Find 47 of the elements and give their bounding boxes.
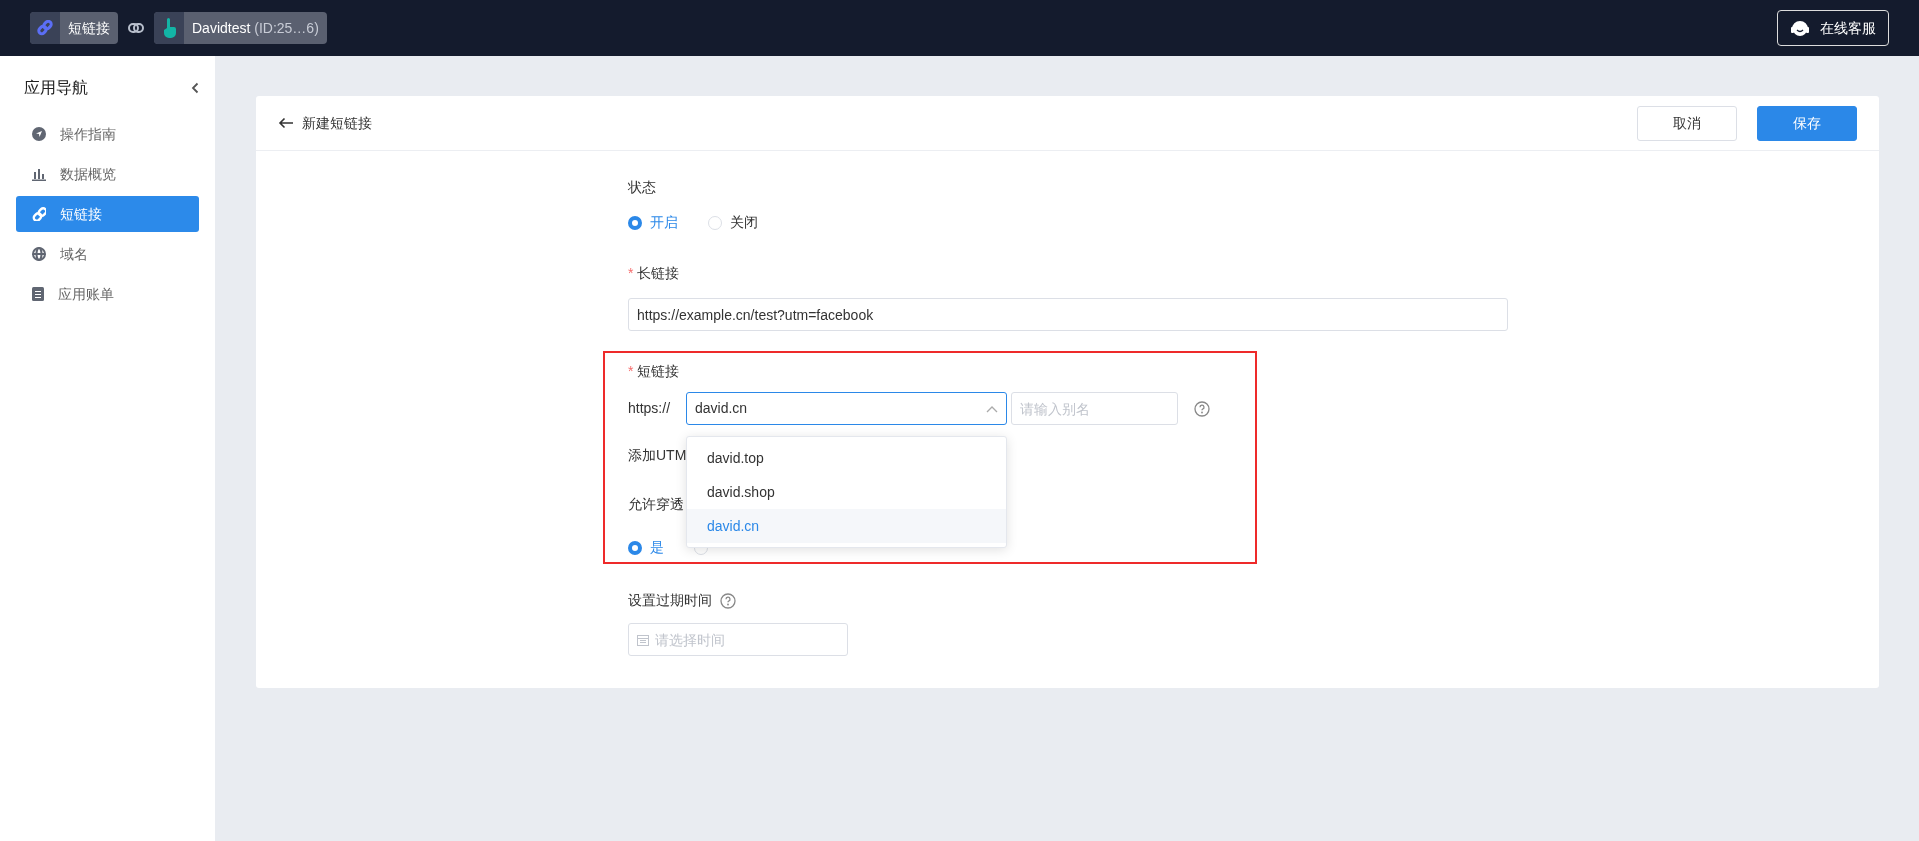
cancel-button[interactable]: 取消 <box>1637 105 1737 141</box>
help-icon <box>720 592 736 609</box>
field-label: 设置过期时间 <box>628 591 712 610</box>
field-label: 状态 <box>628 178 656 197</box>
alias-field[interactable]: 请输入别名 <box>1011 392 1178 425</box>
help-icon <box>1194 400 1210 417</box>
field-label: 允许穿透 <box>628 495 684 514</box>
save-button[interactable]: 保存 <box>1757 105 1857 141</box>
radio-button[interactable] <box>628 215 642 230</box>
field-label: * 短链接 <box>628 362 680 381</box>
sidebar-item[interactable]: 短链接 <box>16 196 199 232</box>
account-chip[interactable]: Davidtest (ID:25…6) <box>154 12 327 44</box>
pointer-hand-icon <box>162 18 176 38</box>
dropdown-option[interactable]: david.cn <box>687 509 1006 543</box>
sidebar-item[interactable]: 应用账单 <box>16 276 199 312</box>
app-chip[interactable]: 短链接 <box>30 12 118 44</box>
support-button[interactable]: 在线客服 <box>1777 10 1889 46</box>
back-button[interactable] <box>278 117 294 129</box>
back-arrow-icon <box>278 117 294 129</box>
sidebar-item[interactable]: 数据概览 <box>16 156 199 192</box>
radio-button[interactable] <box>628 540 642 555</box>
bar-chart-icon <box>32 167 46 181</box>
date-field[interactable]: 请选择时间 <box>628 623 848 656</box>
sidebar-item[interactable]: 操作指南 <box>16 116 199 152</box>
link-icon <box>128 22 144 34</box>
globe-icon <box>32 247 46 261</box>
field-label: * 长链接 <box>628 264 680 283</box>
document-icon <box>32 287 44 301</box>
compass-icon <box>32 127 46 141</box>
dropdown-option[interactable]: david.top <box>687 441 1006 475</box>
field-label: 添加UTM <box>628 446 687 465</box>
dropdown-option[interactable]: david.shop <box>687 475 1006 509</box>
link-icon <box>32 207 46 221</box>
radio-option[interactable]: 开启 <box>628 212 678 233</box>
calendar-icon <box>637 634 649 646</box>
radio-option[interactable]: 关闭 <box>708 212 758 233</box>
sidebar-title: 应用导航 <box>24 78 88 98</box>
collapse-icon <box>191 82 199 94</box>
chevron-up-icon <box>986 404 998 413</box>
headset-icon <box>1790 19 1810 37</box>
page-title: 新建短链接 <box>302 113 372 133</box>
link-icon <box>37 20 53 36</box>
long-url-field[interactable]: https://example.cn/test?utm=facebook <box>628 298 1508 331</box>
sidebar-item[interactable]: 域名 <box>16 236 199 272</box>
radio-option[interactable]: 是 <box>628 537 664 558</box>
domain-select[interactable]: david.cn <box>686 392 1007 425</box>
url-prefix: https:// <box>628 399 672 418</box>
